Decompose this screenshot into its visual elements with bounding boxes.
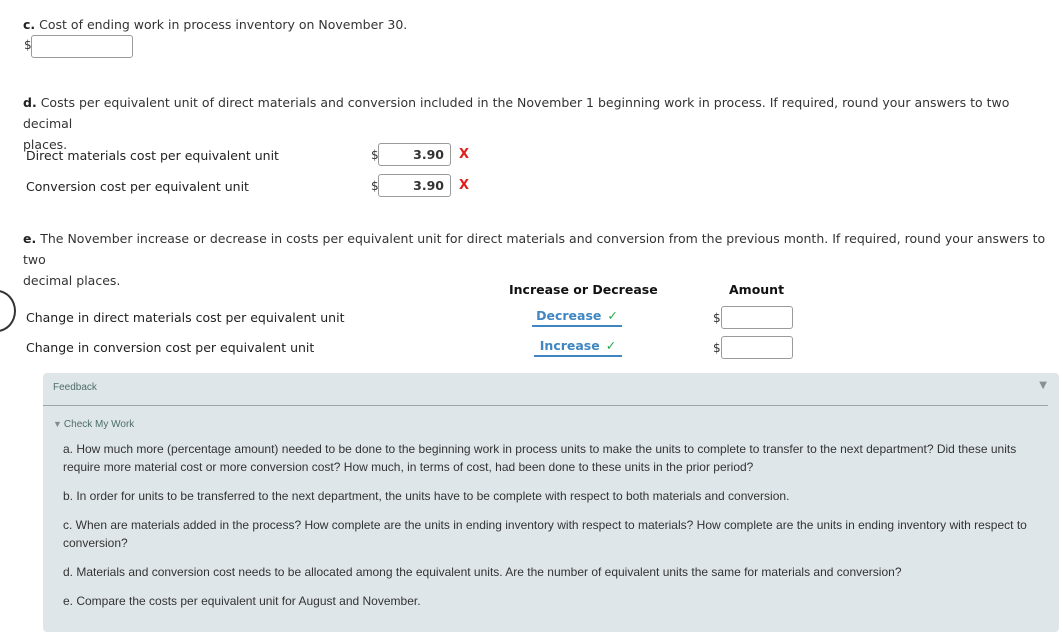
part-c-question: c. Cost of ending work in process invent… bbox=[23, 14, 407, 35]
feedback-item-e-line1: e. Compare the costs per equivalent unit… bbox=[63, 594, 421, 608]
ending-wip-cost-input[interactable] bbox=[31, 35, 133, 58]
triangle-down-icon: ▼ bbox=[53, 419, 62, 429]
part-d-text-line1: Costs per equivalent unit of direct mate… bbox=[23, 95, 1010, 131]
cursor-circle-indicator bbox=[0, 290, 16, 332]
correct-check-icon: ✓ bbox=[605, 338, 617, 353]
feedback-item-c: c. When are materials added in the proce… bbox=[63, 516, 1038, 552]
feedback-item-c-line2: conversion? bbox=[63, 536, 128, 550]
incorrect-x-icon: X bbox=[459, 178, 470, 193]
feedback-item-a: a. How much more (percentage amount) nee… bbox=[63, 440, 1038, 476]
dm-change-currency: $ bbox=[713, 311, 721, 325]
part-e-text-line2: decimal places. bbox=[23, 273, 121, 288]
feedback-item-d-line1: d. Materials and conversion cost needs t… bbox=[63, 565, 902, 579]
incorrect-x-icon: X bbox=[459, 147, 470, 162]
part-c-letter: c. bbox=[23, 17, 36, 32]
feedback-item-b-line1: b. In order for units to be transferred … bbox=[63, 489, 790, 503]
dm-change-amount-input[interactable] bbox=[721, 306, 793, 329]
amount-column-header: Amount bbox=[729, 282, 785, 297]
feedback-panel: Feedback ▼ ▼ Check My Work a. How much mo… bbox=[43, 373, 1059, 632]
conversion-change-currency: $ bbox=[713, 341, 721, 355]
feedback-title: Feedback bbox=[53, 382, 97, 393]
feedback-item-b: b. In order for units to be transferred … bbox=[63, 487, 1038, 505]
feedback-item-a-line1: a. How much more (percentage amount) nee… bbox=[63, 442, 1017, 456]
part-d-question: d. Costs per equivalent unit of direct m… bbox=[23, 92, 1053, 155]
conversion-change-direction-value: Increase bbox=[539, 338, 600, 353]
part-e-letter: e. bbox=[23, 231, 37, 246]
conversion-cost-per-eu-label: Conversion cost per equivalent unit bbox=[26, 179, 249, 194]
correct-check-icon: ✓ bbox=[607, 308, 618, 323]
feedback-item-d: d. Materials and conversion cost needs t… bbox=[63, 563, 1038, 581]
feedback-item-c-line1: c. When are materials added in the proce… bbox=[63, 518, 1027, 532]
conversion-change-amount-input[interactable] bbox=[721, 336, 793, 359]
feedback-item-a-line2: require more material cost or more conve… bbox=[63, 460, 754, 474]
dm-cost-per-eu-label: Direct materials cost per equivalent uni… bbox=[26, 148, 279, 163]
dm-change-direction-select[interactable]: Decrease ✓ bbox=[532, 308, 622, 327]
dm-cost-per-eu-input[interactable]: 3.90 bbox=[378, 143, 451, 166]
part-c-text: Cost of ending work in process inventory… bbox=[39, 17, 408, 32]
conversion-change-label: Change in conversion cost per equivalent… bbox=[26, 340, 315, 355]
feedback-item-e: e. Compare the costs per equivalent unit… bbox=[63, 592, 1038, 610]
feedback-divider bbox=[43, 405, 1048, 406]
dm-change-direction-value: Decrease bbox=[536, 308, 602, 323]
check-my-work-label: Check My Work bbox=[63, 419, 135, 430]
check-my-work-toggle[interactable]: ▼ Check My Work bbox=[53, 419, 134, 430]
part-d-letter: d. bbox=[23, 95, 37, 110]
conversion-change-direction-select[interactable]: Increase ✓ bbox=[534, 338, 622, 357]
conversion-cost-per-eu-input[interactable]: 3.90 bbox=[378, 174, 451, 197]
increase-decrease-column-header: Increase or Decrease bbox=[509, 282, 658, 297]
dm-change-label: Change in direct materials cost per equi… bbox=[26, 310, 345, 325]
collapse-toggle-icon[interactable]: ▼ bbox=[1039, 380, 1047, 391]
part-e-text-line1: The November increase or decrease in cos… bbox=[23, 231, 1046, 267]
